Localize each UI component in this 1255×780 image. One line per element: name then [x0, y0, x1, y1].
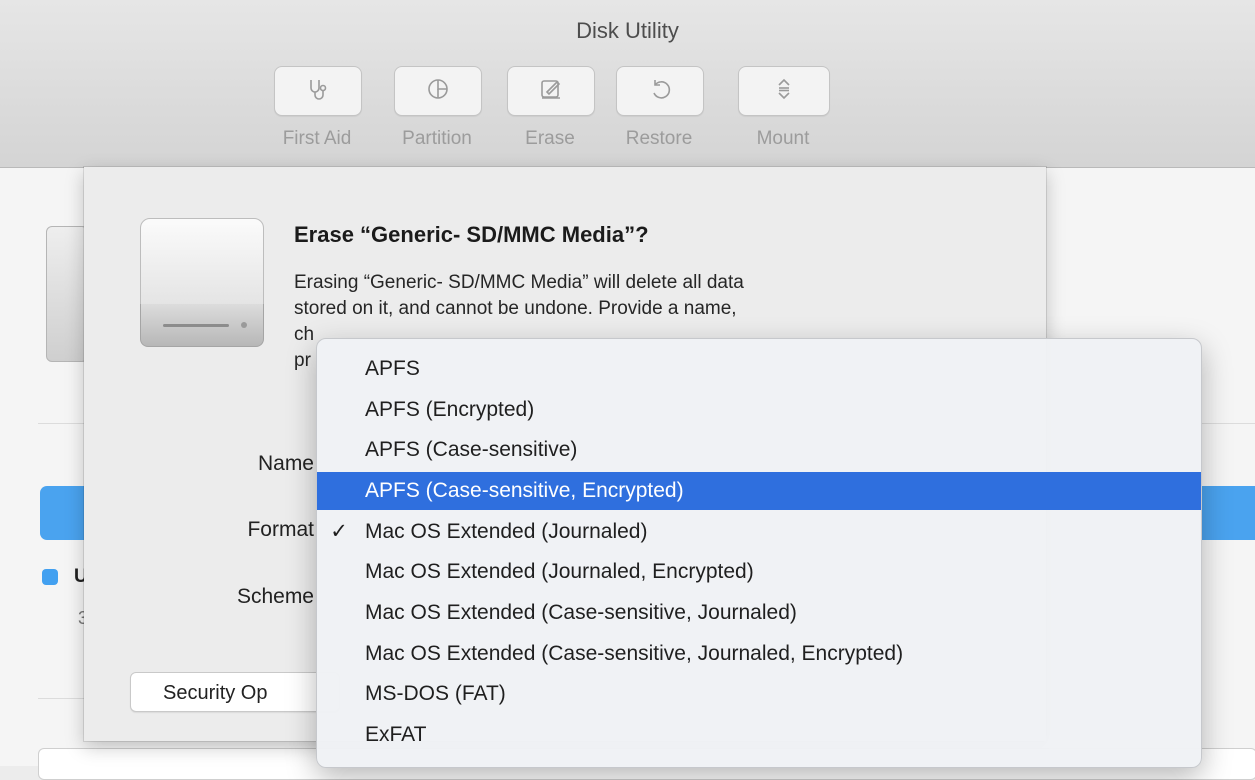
format-option[interactable]: APFS (Encrypted) — [317, 391, 1201, 429]
description-line: stored on it, and cannot be undone. Prov… — [294, 298, 737, 319]
partition-button[interactable] — [394, 66, 482, 116]
usage-bar — [1200, 486, 1255, 540]
divider — [1200, 423, 1255, 424]
format-option[interactable]: ✓ Mac OS Extended (Journaled) — [317, 513, 1201, 551]
usage-bar — [40, 486, 90, 540]
format-option[interactable]: APFS — [317, 350, 1201, 388]
restore-label: Restore — [625, 128, 693, 149]
legend-swatch — [42, 569, 58, 585]
format-option[interactable]: MS-DOS (FAT) — [317, 675, 1201, 713]
divider — [38, 423, 88, 424]
erase-label: Erase — [525, 128, 575, 149]
format-option[interactable]: Mac OS Extended (Case-sensitive, Journal… — [317, 635, 1201, 673]
first-aid-label: First Aid — [282, 128, 352, 149]
mount-label: Mount — [756, 128, 810, 149]
erase-button[interactable] — [507, 66, 595, 116]
first-aid-button[interactable] — [274, 66, 362, 116]
format-label: Format — [247, 518, 314, 541]
window-title: Disk Utility — [576, 18, 679, 43]
format-option[interactable]: Mac OS Extended (Journaled, Encrypted) — [317, 553, 1201, 591]
erase-icon — [538, 76, 564, 107]
mount-button[interactable] — [738, 66, 830, 116]
divider — [38, 698, 88, 699]
sheet-title: Erase “Generic- SD/MMC Media”? — [294, 222, 649, 247]
description-line: Erasing “Generic- SD/MMC Media” will del… — [294, 272, 744, 293]
external-drive-icon — [140, 218, 264, 348]
sidebar-disk-icon — [46, 226, 88, 362]
checkmark-icon: ✓ — [330, 520, 348, 543]
format-menu: APFS APFS (Encrypted) APFS (Case-sensiti… — [316, 338, 1202, 768]
restore-icon — [647, 76, 673, 107]
mount-icon — [771, 76, 797, 107]
partition-label: Partition — [402, 128, 472, 149]
stethoscope-icon — [305, 76, 331, 107]
format-option[interactable]: APFS (Case-sensitive) — [317, 431, 1201, 469]
window-toolbar: Disk Utility First Aid Partition Erase R… — [0, 0, 1255, 168]
security-options-button[interactable]: Security Op — [130, 672, 340, 712]
format-option[interactable]: APFS (Case-sensitive, Encrypted) — [317, 472, 1201, 510]
name-label: Name — [257, 452, 314, 475]
format-option[interactable]: Mac OS Extended (Case-sensitive, Journal… — [317, 594, 1201, 632]
restore-button[interactable] — [616, 66, 704, 116]
scheme-label: Scheme — [236, 585, 314, 608]
format-option[interactable]: ExFAT — [317, 716, 1201, 754]
pie-icon — [425, 76, 451, 107]
